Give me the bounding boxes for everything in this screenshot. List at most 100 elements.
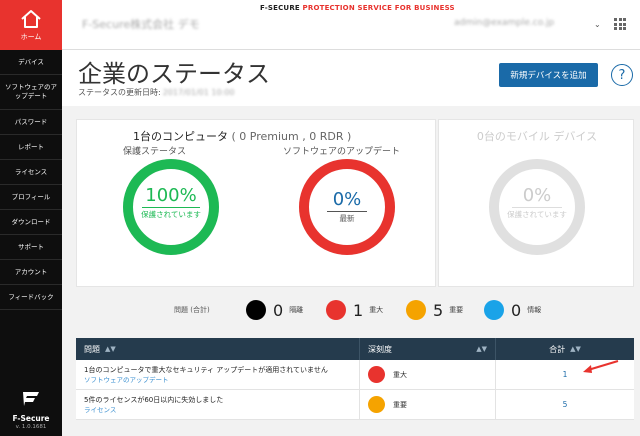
updates-percent: 0% bbox=[332, 189, 362, 210]
column-issue-label: 問題 bbox=[84, 344, 100, 354]
brand-name: F-Secure bbox=[12, 414, 50, 423]
issue-cell: 1台のコンピュータで重大なセキュリティ アップデートが適用されていません ソフト… bbox=[76, 360, 360, 389]
page-header: 企業のステータス ステータスの更新日時: 2017/01/01 10:00 新規デ… bbox=[62, 50, 640, 106]
software-updates-center: 0% 最新 bbox=[312, 190, 382, 223]
critical-dot-icon bbox=[368, 366, 385, 383]
total-link[interactable]: 5 bbox=[563, 400, 568, 409]
sidebar-item-passwords[interactable]: パスワード bbox=[0, 110, 62, 135]
protection-divider bbox=[142, 207, 200, 208]
sidebar-item-reports[interactable]: レポート bbox=[0, 135, 62, 160]
sidebar-item-support[interactable]: サポート bbox=[0, 235, 62, 260]
annotation-arrow-icon bbox=[583, 360, 619, 373]
issue-name: 情報 bbox=[527, 306, 542, 314]
column-total-label: 合計 bbox=[549, 344, 566, 354]
info-dot-icon bbox=[484, 300, 504, 320]
issue-name: 重大 bbox=[369, 306, 384, 314]
issue-cell: 5件のライセンスが60日以内に失効しました ライセンス bbox=[76, 390, 360, 419]
issues-table: 問題 ▲▼ 深刻度 ▲▼ 合計 ▲▼ 1台のコンピュータで重大なセキュリティ ア… bbox=[76, 338, 634, 420]
mobile-devices-title: 0台のモバイル デバイス bbox=[476, 130, 598, 143]
protection-status-center: 100% 保護されています bbox=[136, 185, 206, 220]
company-selector[interactable]: F-Secure株式会社 デモ bbox=[82, 16, 200, 32]
home-icon bbox=[21, 9, 41, 28]
sidebar-item-licenses[interactable]: ライセンス bbox=[0, 160, 62, 185]
severity-label: 重要 bbox=[393, 400, 407, 409]
issue-title: 1台のコンピュータで重大なセキュリティ アップデートが適用されていません bbox=[84, 365, 328, 374]
status-updated-label: ステータスの更新日時: bbox=[78, 88, 161, 97]
quarantine-dot-icon bbox=[246, 300, 266, 320]
computers-panel: 1台のコンピュータ ( 0 Premium , 0 RDR ) 保護ステータス … bbox=[76, 119, 436, 287]
issue-info[interactable]: 0 情報 bbox=[484, 299, 541, 321]
severity-cell: 重要 bbox=[360, 390, 496, 419]
sidebar-item-account[interactable]: アカウント bbox=[0, 260, 62, 285]
important-dot-icon bbox=[406, 300, 426, 320]
sort-icon[interactable]: ▲▼ bbox=[105, 345, 116, 353]
status-updated: ステータスの更新日時: 2017/01/01 10:00 bbox=[78, 87, 234, 98]
page-title: 企業のステータス bbox=[78, 60, 270, 88]
severity-cell: 重大 bbox=[360, 360, 496, 389]
user-menu[interactable]: admin@example.co.jp bbox=[454, 18, 554, 28]
table-row[interactable]: 5件のライセンスが60日以内に失効しました ライセンス 重要 5 bbox=[76, 390, 634, 420]
issues-summary: 問題 (合計) 0 隔離 1 重大 5 重要 0 情報 bbox=[76, 290, 634, 330]
important-dot-icon bbox=[368, 396, 385, 413]
critical-dot-icon bbox=[326, 300, 346, 320]
chevron-down-icon[interactable]: ⌄ bbox=[594, 20, 601, 29]
sidebar-item-devices[interactable]: デバイス bbox=[0, 50, 62, 75]
mobile-devices-panel: 0台のモバイル デバイス 0% 保護されています bbox=[438, 119, 634, 287]
issue-critical[interactable]: 1 重大 bbox=[326, 299, 383, 321]
brand: F-Secure v. 1.0.1681 bbox=[0, 390, 62, 430]
computers-title: 1台のコンピュータ ( 0 Premium , 0 RDR ) bbox=[133, 128, 351, 144]
total-cell: 5 bbox=[496, 390, 634, 419]
column-total[interactable]: 合計 ▲▼ bbox=[496, 338, 634, 360]
version-label: v. 1.0.1681 bbox=[15, 424, 47, 430]
updates-divider bbox=[327, 211, 367, 212]
issue-important[interactable]: 5 重要 bbox=[406, 299, 463, 321]
mobile-divider bbox=[512, 207, 562, 208]
severity-label: 重大 bbox=[393, 370, 407, 379]
issue-title: 5件のライセンスが60日以内に失効しました bbox=[84, 395, 224, 404]
issue-name: 隔離 bbox=[289, 306, 304, 314]
sidebar-item-home[interactable]: ホーム bbox=[0, 0, 62, 50]
sort-icon[interactable]: ▲▼ bbox=[476, 345, 487, 353]
mobile-sub: 保護されています bbox=[507, 210, 567, 219]
service-brand: F-SECURE bbox=[260, 4, 300, 12]
mobile-percent: 0% bbox=[522, 185, 552, 206]
sidebar: ホーム デバイス ソフトウェアのアップデート パスワード レポート ライセンス … bbox=[0, 0, 62, 436]
total-link[interactable]: 1 bbox=[563, 370, 568, 379]
updates-sub: 最新 bbox=[339, 214, 355, 223]
add-device-button[interactable]: 新規デバイスを追加 bbox=[499, 63, 598, 87]
issue-quarantine[interactable]: 0 隔離 bbox=[246, 299, 303, 321]
service-name: PROTECTION SERVICE FOR BUSINESS bbox=[302, 4, 455, 12]
issue-category-link[interactable]: ライセンス bbox=[84, 405, 223, 415]
apps-grid-icon[interactable] bbox=[614, 18, 626, 30]
sidebar-item-software-updates[interactable]: ソフトウェアのアップデート bbox=[0, 75, 62, 110]
computers-subtitle: ( 0 Premium , 0 RDR ) bbox=[231, 130, 352, 143]
sidebar-item-profiles[interactable]: プロフィール bbox=[0, 185, 62, 210]
help-icon[interactable]: ? bbox=[611, 64, 633, 86]
sidebar-item-feedback[interactable]: フィードバック bbox=[0, 285, 62, 310]
f-secure-logo-icon bbox=[23, 392, 39, 406]
issue-count: 1 bbox=[353, 300, 364, 320]
table-header: 問題 ▲▼ 深刻度 ▲▼ 合計 ▲▼ bbox=[76, 338, 634, 360]
issue-name: 重要 bbox=[449, 306, 464, 314]
table-row[interactable]: 1台のコンピュータで重大なセキュリティ アップデートが適用されていません ソフト… bbox=[76, 360, 634, 390]
sidebar-item-downloads[interactable]: ダウンロード bbox=[0, 210, 62, 235]
computers-count: 1台のコンピュータ bbox=[133, 130, 228, 143]
issue-count: 0 bbox=[511, 300, 522, 320]
top-bar: F-Secure株式会社 デモ F-SECURE PROTECTION SERV… bbox=[62, 0, 640, 50]
issue-count: 5 bbox=[433, 300, 444, 320]
column-severity-label: 深刻度 bbox=[368, 344, 392, 354]
protection-percent: 100% bbox=[145, 185, 197, 206]
status-updated-value: 2017/01/01 10:00 bbox=[162, 88, 235, 97]
column-severity[interactable]: 深刻度 ▲▼ bbox=[360, 338, 496, 360]
issue-category-link[interactable]: ソフトウェアのアップデート bbox=[84, 375, 328, 385]
service-title: F-SECURE PROTECTION SERVICE FOR BUSINESS bbox=[260, 4, 455, 12]
protection-sub: 保護されています bbox=[141, 210, 201, 219]
column-issue[interactable]: 問題 ▲▼ bbox=[76, 338, 360, 360]
issue-count: 0 bbox=[273, 300, 284, 320]
protection-status-label: 保護ステータス bbox=[123, 147, 187, 157]
mobile-center: 0% 保護されています bbox=[502, 185, 572, 220]
main-content: F-Secure株式会社 デモ F-SECURE PROTECTION SERV… bbox=[62, 0, 640, 436]
sort-icon[interactable]: ▲▼ bbox=[570, 345, 581, 353]
software-updates-label: ソフトウェアのアップデート bbox=[283, 147, 401, 157]
issues-total-label: 問題 (合計) bbox=[174, 306, 210, 314]
